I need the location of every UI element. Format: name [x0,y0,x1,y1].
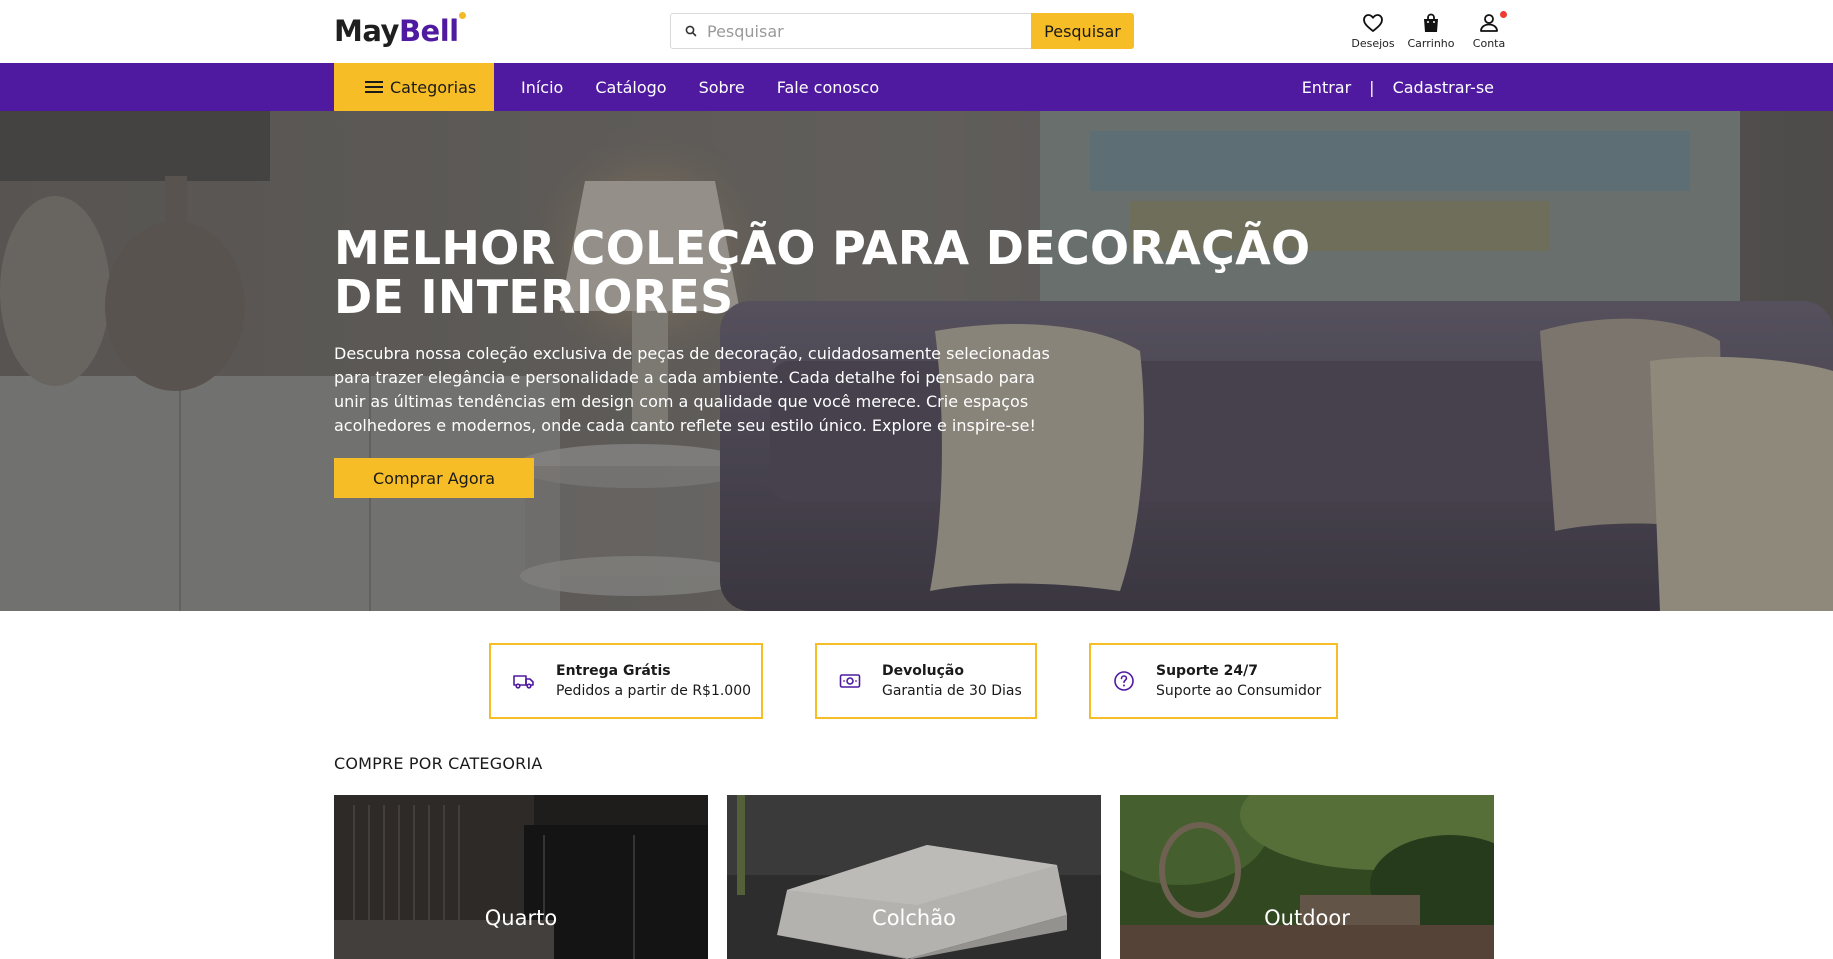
header-actions: Desejos Carrinho Conta [1344,11,1518,50]
feature-title: Suporte 24/7 [1156,662,1258,679]
category-card-colchao[interactable]: Colchão [727,795,1101,959]
truck-icon [513,675,534,689]
bedroom-image [334,795,708,959]
account-notification-badge [1500,11,1507,18]
search-icon [685,25,697,37]
nav-links: Início Catálogo Sobre Fale conosco [521,63,911,111]
category-label: Quarto [484,906,558,930]
logo-text-bell: Bell [398,14,459,48]
category-card-outdoor[interactable]: Outdoor [1120,795,1494,959]
feature-returns: Devolução Garantia de 30 Dias [815,643,1037,719]
nav-link-catalogo[interactable]: Catálogo [595,78,666,97]
main-nav: Categorias Início Catálogo Sobre Fale co… [0,63,1833,111]
category-label: Colchão [872,906,956,930]
logo[interactable]: MayBell [334,12,466,48]
auth-links: Entrar | Cadastrar-se [1302,63,1494,111]
hero-content: MELHOR COLEÇÃO PARA DECORAÇÃO DE INTERIO… [334,224,1334,498]
feature-free-shipping: Entrega Grátis Pedidos a partir de R$1.0… [489,643,763,719]
logo-text-may: May [334,14,399,48]
cart-button[interactable]: Carrinho [1402,11,1460,50]
cart-label: Carrinho [1407,37,1455,50]
top-header: MayBell Pesquisar Desejos Carrinho [0,0,1833,63]
feature-text: Suporte 24/7 Suporte ao Consumidor [1156,662,1321,701]
category-card-quarto[interactable]: Quarto [334,795,708,959]
money-icon [839,674,861,688]
hero-description: Descubra nossa coleção exclusiva de peça… [334,344,1050,435]
login-link[interactable]: Entrar [1302,78,1351,97]
shop-now-button[interactable]: Comprar Agora [334,458,534,498]
register-link[interactable]: Cadastrar-se [1393,78,1494,97]
feature-text: Entrega Grátis Pedidos a partir de R$1.0… [556,662,751,701]
bag-icon [1424,13,1438,32]
heart-icon [1363,14,1383,32]
categories-section-title: COMPRE POR CATEGORIA [334,754,543,773]
wishlist-button[interactable]: Desejos [1344,11,1402,50]
search-button[interactable]: Pesquisar [1031,13,1134,49]
wishlist-label: Desejos [1351,37,1395,50]
user-icon [1480,14,1498,32]
search-input[interactable] [707,15,1007,47]
feature-support: Suporte 24/7 Suporte ao Consumidor [1089,643,1338,719]
auth-separator: | [1369,77,1375,97]
question-icon [1114,671,1134,691]
nav-link-sobre[interactable]: Sobre [699,78,745,97]
nav-link-contato[interactable]: Fale conosco [777,78,879,97]
account-button[interactable]: Conta [1460,11,1518,50]
mattress-image [727,795,1101,959]
feature-title: Entrega Grátis [556,662,671,679]
categories-button[interactable]: Categorias [334,63,494,111]
feature-subtitle: Garantia de 30 Dias [882,682,1022,699]
nav-link-inicio[interactable]: Início [521,78,563,97]
category-label: Outdoor [1264,906,1350,930]
hero-title: MELHOR COLEÇÃO PARA DECORAÇÃO DE INTERIO… [334,221,1311,324]
outdoor-image [1120,795,1494,959]
feature-text: Devolução Garantia de 30 Dias [882,662,1022,701]
feature-title: Devolução [882,662,964,679]
feature-subtitle: Suporte ao Consumidor [1156,682,1322,699]
search-bar: Pesquisar [670,13,1134,49]
hero-banner: MELHOR COLEÇÃO PARA DECORAÇÃO DE INTERIO… [0,111,1833,611]
feature-subtitle: Pedidos a partir de R$1.000 [556,682,752,699]
menu-icon [365,80,383,94]
logo-dot [458,12,466,19]
account-label: Conta [1472,37,1506,50]
categories-label: Categorias [390,77,477,97]
